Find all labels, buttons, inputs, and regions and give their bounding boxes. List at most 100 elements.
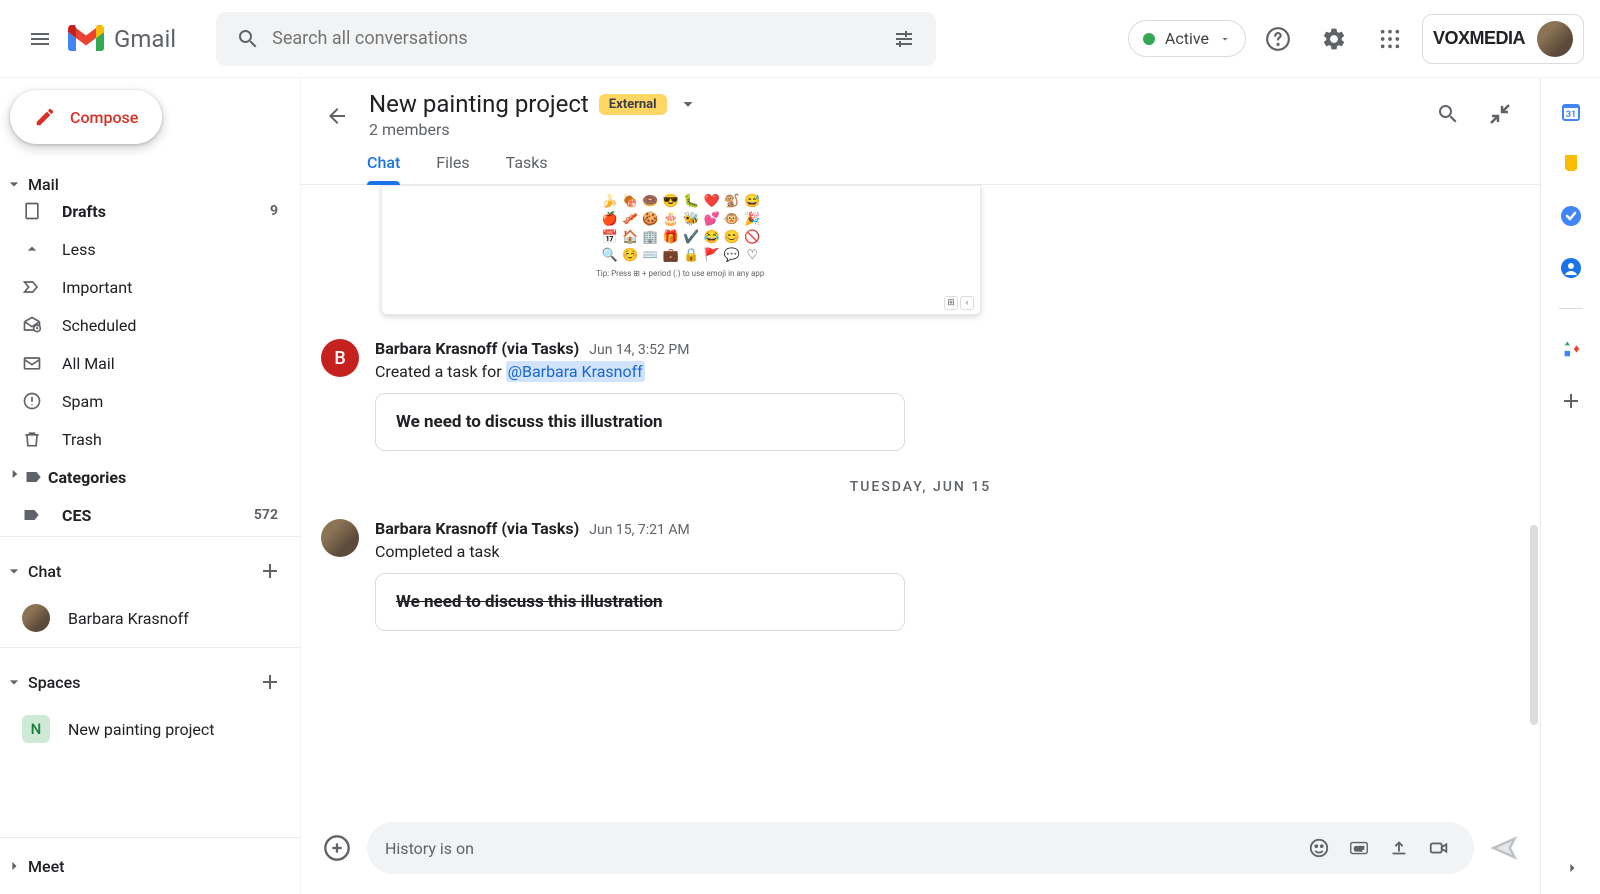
svg-text:31: 31 [1565,110,1575,120]
nav-important[interactable]: Important [0,268,300,306]
gmail-text: Gmail [114,25,176,53]
search-bar[interactable] [216,12,936,66]
back-button[interactable] [317,96,357,136]
nav-less[interactable]: Less [0,230,300,268]
nav-all-mail[interactable]: All Mail [0,344,300,382]
label-icon [8,467,48,487]
user-mention[interactable]: @Barbara Krasnoff [506,361,645,382]
chat-section-header[interactable]: Chat [0,545,300,597]
tasks-icon[interactable] [1559,204,1583,228]
scrollbar[interactable] [1530,525,1538,725]
expand-icon[interactable]: ⊞ [944,296,958,310]
message-author: Barbara Krasnoff (via Tasks) [375,519,579,538]
rail-divider [1559,308,1583,309]
message-time: Jun 14, 3:52 PM [589,342,689,358]
chat-avatar [22,604,50,632]
mail-icon [22,353,62,373]
compose-label: Compose [70,108,138,127]
chevron-right-icon [4,856,24,876]
space-title: New painting project [369,90,589,118]
chevron-down-icon [1219,33,1231,45]
gif-icon[interactable]: GIF [1342,831,1376,865]
message-input[interactable]: History is on GIF [367,822,1474,874]
nav-drafts[interactable]: Drafts 9 [0,202,300,230]
spam-icon [22,391,62,411]
trash-icon [22,429,62,449]
new-space-button[interactable] [252,664,288,700]
drafts-icon [22,202,62,221]
task-card-completed[interactable]: We need to discuss this illustration [375,573,905,631]
message-text: Created a task for @Barbara Krasnoff [375,362,1520,381]
emoji-icon[interactable] [1302,831,1336,865]
tab-chat[interactable]: Chat [367,153,400,184]
meet-section-header[interactable]: Meet [0,848,300,884]
message-avatar [321,519,359,557]
nav-categories[interactable]: Categories [0,458,300,496]
apps-grid-icon[interactable] [1366,15,1414,63]
search-icon[interactable] [224,15,272,63]
send-button[interactable] [1484,828,1524,868]
chevron-left-icon[interactable]: ‹ [960,296,974,310]
attached-image-card[interactable]: 🍌🍖🍩😎🐛❤️🐒😅 🍎🥓🍪🎂🐝💕🐵🎉 📅🏠🏢🎁✔️😂😊🚫 🔍☺️⌨️💼🔒🚩💬♡ … [381,185,981,315]
space-menu-dropdown[interactable] [677,93,699,115]
svg-text:GIF: GIF [1354,845,1364,853]
tab-tasks[interactable]: Tasks [506,153,548,184]
calendar-icon[interactable]: 31 [1559,100,1583,124]
keep-icon[interactable] [1559,152,1583,176]
tab-files[interactable]: Files [436,153,469,184]
message-row: B Barbara Krasnoff (via Tasks) Jun 14, 3… [321,339,1520,451]
space-item[interactable]: N New painting project [0,708,300,750]
external-badge: External [599,94,667,115]
mail-nav-list: Drafts 9 Less Important Scheduled All Ma… [0,202,300,534]
chat-name: Barbara Krasnoff [68,609,189,628]
status-pill[interactable]: Active [1128,20,1246,57]
important-icon [22,277,62,297]
space-avatar: N [22,715,50,743]
expand-rail-icon[interactable] [1562,858,1582,878]
addons-icon[interactable] [1559,337,1583,361]
chat-item[interactable]: Barbara Krasnoff [0,597,300,639]
search-in-space-icon[interactable] [1424,90,1472,138]
task-card[interactable]: We need to discuss this illustration [375,393,905,451]
nav-scheduled[interactable]: Scheduled [0,306,300,344]
message-avatar: B [321,339,359,377]
status-label: Active [1165,29,1209,48]
message-text: Completed a task [375,542,1520,561]
contacts-icon[interactable] [1559,256,1583,280]
gmail-logo[interactable]: Gmail [68,25,176,53]
collapse-icon[interactable] [1476,90,1524,138]
chevron-down-icon [4,561,24,581]
members-count: 2 members [369,120,699,139]
help-icon[interactable] [1254,15,1302,63]
add-addon-icon[interactable] [1559,389,1583,413]
mail-section-header[interactable]: Mail [0,166,300,202]
user-avatar[interactable] [1537,21,1573,57]
message-row: Barbara Krasnoff (via Tasks) Jun 15, 7:2… [321,519,1520,631]
date-separator: TUESDAY, JUN 15 [321,479,1520,495]
org-name: VOXMEDIA [1433,28,1525,49]
spaces-section-header[interactable]: Spaces [0,656,300,708]
add-attachment-button[interactable] [317,828,357,868]
settings-icon[interactable] [1310,15,1358,63]
org-account-chip[interactable]: VOXMEDIA [1422,14,1584,64]
chevron-down-icon [4,174,24,194]
space-name: New painting project [68,720,215,739]
scheduled-icon [22,315,62,335]
compose-button[interactable]: Compose [10,90,162,144]
search-input[interactable] [272,28,880,49]
search-options-icon[interactable] [880,15,928,63]
message-time: Jun 15, 7:21 AM [589,522,689,538]
nav-trash[interactable]: Trash [0,420,300,458]
message-author: Barbara Krasnoff (via Tasks) [375,339,579,358]
nav-ces[interactable]: CES 572 [0,496,300,534]
space-tabs: Chat Files Tasks [301,153,1540,185]
new-chat-button[interactable] [252,553,288,589]
status-dot-icon [1143,33,1155,45]
nav-spam[interactable]: Spam [0,382,300,420]
message-input-placeholder: History is on [385,839,1296,858]
chevron-up-icon [22,239,62,259]
main-menu-button[interactable] [16,15,64,63]
video-icon[interactable] [1422,831,1456,865]
upload-icon[interactable] [1382,831,1416,865]
label-icon [22,505,62,525]
